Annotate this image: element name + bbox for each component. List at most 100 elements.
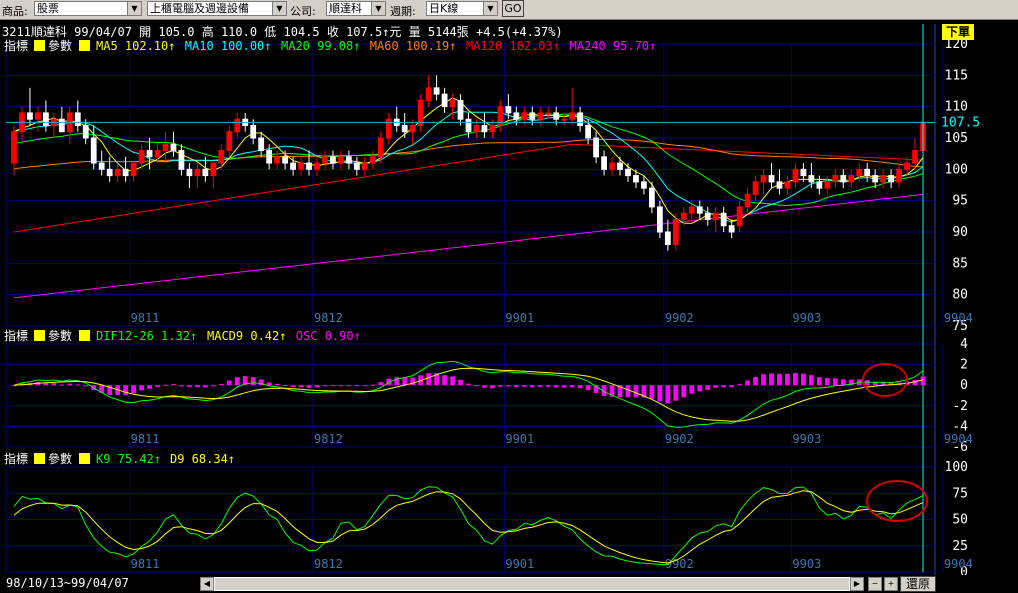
- chevron-down-icon[interactable]: ▼: [272, 2, 286, 15]
- order-button[interactable]: 下單: [942, 24, 974, 40]
- osc-bar: [721, 385, 727, 388]
- osc-bar: [649, 385, 655, 399]
- candle-body: [178, 150, 185, 170]
- ma240-line: [13, 193, 924, 299]
- candle-body: [138, 150, 145, 164]
- kd-axis-label: 75: [952, 486, 968, 501]
- osc-bar: [793, 373, 798, 386]
- restore-button[interactable]: 還原: [900, 576, 936, 592]
- osc-bar: [737, 384, 743, 386]
- macd-axis-label: 4: [960, 337, 968, 352]
- candle-body: [345, 156, 352, 164]
- candle-body: [154, 150, 161, 158]
- candle-body: [122, 168, 129, 177]
- ma-indicator-dropdown-icon[interactable]: [34, 40, 45, 51]
- ma-legend-item: MA10 100.00↑: [185, 39, 272, 53]
- kd-param-dropdown-icon[interactable]: [79, 453, 90, 464]
- candle-body: [744, 193, 751, 208]
- ma-legend-item: MA5 102.10↑: [96, 39, 175, 53]
- dif-line: [13, 360, 924, 428]
- macd-axis-label: 0: [960, 378, 968, 393]
- period-select[interactable]: 日K線 ▼: [426, 1, 498, 16]
- osc-bar: [705, 385, 711, 390]
- osc-bar: [402, 377, 408, 386]
- osc-bar: [274, 383, 280, 386]
- price-axis-label: 80: [952, 288, 968, 303]
- product-select[interactable]: 股票 ▼: [34, 1, 142, 16]
- company-select[interactable]: 順達科 ▼: [326, 1, 386, 16]
- candle-body: [784, 181, 791, 189]
- candle-body: [912, 150, 918, 164]
- month-label: 9812: [314, 311, 343, 325]
- osc-bar: [83, 385, 89, 387]
- category-select-value: 上櫃電腦及週邊設備: [150, 2, 249, 15]
- candle-body: [282, 156, 288, 164]
- candle-body: [465, 118, 472, 133]
- candle-body: [625, 168, 631, 177]
- month-label: 9901: [505, 432, 534, 446]
- product-select-value: 股票: [37, 2, 59, 15]
- osc-bar: [155, 385, 160, 387]
- scroll-left-icon[interactable]: ◀: [200, 577, 214, 591]
- candle-body: [545, 112, 552, 115]
- chevron-down-icon[interactable]: ▼: [127, 2, 141, 15]
- horizontal-scrollbar[interactable]: [214, 577, 850, 591]
- osc-bar: [832, 378, 838, 386]
- macd-legend-item: MACD9 0.42↑: [207, 329, 286, 343]
- osc-bar: [673, 385, 679, 401]
- macd-indicator-dropdown-icon[interactable]: [34, 330, 45, 341]
- zoom-in-icon[interactable]: +: [884, 577, 898, 591]
- candle-body: [864, 168, 871, 177]
- candle-body: [896, 168, 902, 183]
- osc-bar: [657, 385, 663, 402]
- price-axis-label: 115: [945, 68, 968, 83]
- candle-body: [250, 124, 257, 139]
- chevron-down-icon[interactable]: ▼: [371, 2, 385, 15]
- candle-body: [106, 168, 113, 177]
- candle-body: [369, 156, 376, 164]
- osc-bar: [553, 385, 559, 388]
- kd-axis-label: 25: [952, 539, 968, 554]
- toolbar: 商品: 股票 ▼ 上櫃電腦及週邊設備 ▼ 公司: 順達科 ▼ 週期: 日K線 ▼ GO: [0, 0, 1018, 20]
- osc-bar: [282, 385, 288, 387]
- osc-bar: [801, 373, 806, 386]
- osc-bar: [123, 385, 129, 396]
- candle-body: [585, 124, 592, 139]
- osc-bar: [569, 385, 575, 388]
- osc-bar: [131, 385, 136, 394]
- osc-bar: [753, 376, 758, 386]
- ma-param-dropdown-icon[interactable]: [79, 40, 90, 51]
- osc-bar: [482, 385, 487, 388]
- candle-body: [330, 156, 336, 164]
- candle-body: [226, 131, 233, 152]
- candle-body: [728, 225, 735, 233]
- candle-body: [353, 162, 360, 170]
- osc-bar: [824, 378, 830, 386]
- month-label: 9812: [314, 432, 343, 446]
- osc-bar: [426, 373, 432, 386]
- company-label: 公司:: [290, 5, 316, 18]
- osc-bar: [521, 385, 527, 387]
- go-button[interactable]: GO: [502, 0, 524, 17]
- zoom-out-icon[interactable]: −: [868, 577, 882, 591]
- candle-body: [553, 112, 560, 120]
- price-axis-label: 100: [945, 162, 968, 177]
- category-select[interactable]: 上櫃電腦及週邊設備 ▼: [147, 1, 287, 16]
- kd-indicator-dropdown-icon[interactable]: [34, 453, 45, 464]
- osc-bar: [545, 385, 551, 387]
- osc-bar: [171, 384, 176, 386]
- current-price-label: 107.5: [941, 115, 980, 130]
- macd-param-dropdown-icon[interactable]: [79, 330, 90, 341]
- candle-body: [712, 212, 719, 220]
- candle-body: [521, 112, 528, 120]
- candle-body: [162, 143, 169, 152]
- candle-body: [457, 99, 464, 120]
- candle-body: [130, 162, 137, 177]
- k-line: [13, 486, 924, 566]
- price-axis-label: 110: [945, 100, 968, 115]
- osc-bar: [139, 385, 144, 391]
- chevron-down-icon[interactable]: ▼: [483, 2, 497, 15]
- osc-bar: [505, 385, 511, 387]
- osc-bar: [179, 385, 184, 387]
- scroll-right-icon[interactable]: ▶: [850, 577, 864, 591]
